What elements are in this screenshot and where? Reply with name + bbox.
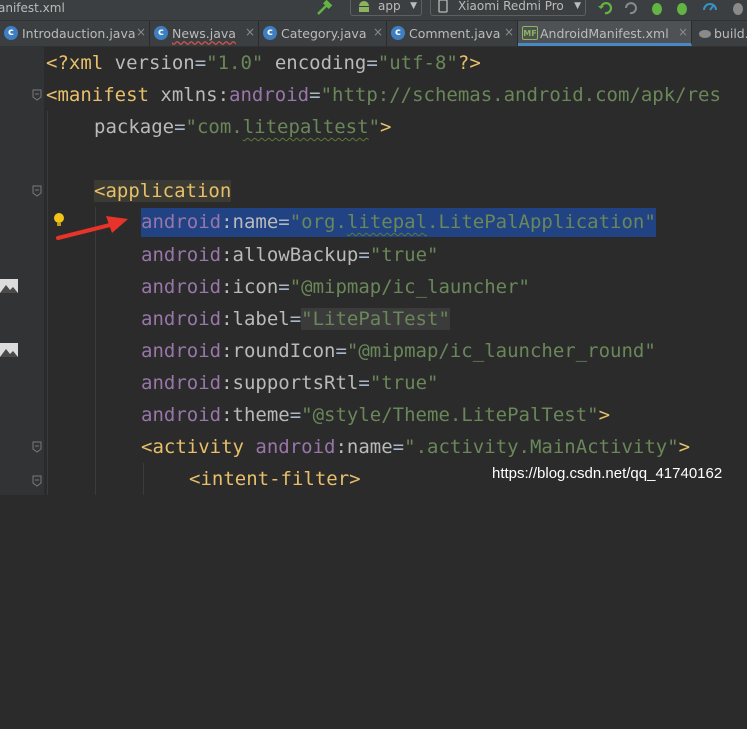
editor-tab-bar: c Introdauction.java × c News.java × c C… [0, 21, 747, 47]
close-icon[interactable]: × [678, 25, 688, 39]
device-label: Xiaomi Redmi Pro [458, 0, 564, 13]
tab-introdauction-java[interactable]: c Introdauction.java × [0, 21, 150, 46]
image-resource-icon[interactable] [0, 343, 18, 357]
red-arrow-annotation [56, 216, 128, 240]
close-icon[interactable]: × [504, 25, 514, 39]
apply-changes-icon[interactable] [595, 0, 615, 18]
code-line-9: android:label="LitePalTest" [141, 308, 450, 330]
tab-category-java[interactable]: c Category.java × [259, 21, 387, 46]
gradle-icon [699, 30, 711, 38]
tab-build-gradle[interactable]: build. [692, 21, 747, 46]
java-class-icon: c [391, 26, 405, 40]
code-line-10: android:roundIcon="@mipmap/ic_launcher_r… [141, 340, 656, 362]
fold-toggle-icon[interactable] [32, 475, 42, 487]
phone-icon [438, 0, 448, 13]
fold-toggle-icon[interactable] [32, 441, 42, 453]
indent-guide [95, 207, 96, 495]
code-line-1: <?xml version="1.0" encoding="utf-8"?> [46, 52, 481, 74]
close-icon[interactable]: × [136, 25, 146, 39]
tab-label: Introdauction.java [22, 26, 136, 41]
debug-icon[interactable] [672, 0, 692, 18]
code-line-13: <activity android:name=".activity.MainAc… [141, 436, 691, 458]
apply-code-changes-icon[interactable] [620, 0, 640, 18]
tab-label: Category.java [281, 26, 367, 41]
fold-toggle-icon[interactable] [32, 89, 42, 101]
code-line-6-selected: android:name="org.litepal.LitePalApplica… [141, 208, 656, 237]
tab-news-java[interactable]: c News.java × [150, 21, 259, 46]
attach-debugger-icon[interactable] [728, 0, 747, 18]
code-line-8: android:icon="@mipmap/ic_launcher" [141, 276, 530, 298]
manifest-file-icon: MF [522, 26, 538, 40]
indent-guide [47, 111, 48, 495]
profiler-icon[interactable] [700, 0, 720, 18]
code-line-14: <intent-filter> [189, 468, 361, 490]
build-hammer-icon[interactable] [314, 0, 334, 19]
code-line-3: package="com.litepaltest"> [94, 116, 392, 138]
java-class-icon: c [263, 26, 277, 40]
device-select[interactable]: Xiaomi Redmi Pro ▼ [430, 0, 586, 16]
code-line-11: android:supportsRtl="true" [141, 372, 439, 394]
debug-icon[interactable] [647, 0, 667, 18]
code-editor[interactable]: <?xml version="1.0" encoding="utf-8"?> <… [44, 47, 747, 495]
chevron-down-icon: ▼ [410, 1, 417, 11]
java-class-icon: c [4, 26, 18, 40]
image-resource-icon[interactable] [0, 279, 18, 293]
top-toolbar: anifest.xml app ▼ Xiaomi Redmi Pro ▼ [0, 0, 747, 21]
editor-gutter [0, 47, 64, 495]
tab-comment-java[interactable]: c Comment.java × [387, 21, 518, 46]
tab-label: Comment.java [409, 26, 501, 41]
tab-label: build. [714, 26, 747, 41]
code-line-5: <application [94, 180, 232, 202]
watermark: https://blog.csdn.net/qq_41740162 [492, 465, 723, 482]
window-file-title: anifest.xml [0, 1, 65, 15]
code-line-12: android:theme="@style/Theme.LitePalTest"… [141, 404, 611, 426]
run-configuration-label: app [378, 0, 401, 13]
close-icon[interactable]: × [245, 25, 255, 39]
fold-toggle-icon[interactable] [32, 185, 42, 197]
tab-label: News.java [172, 26, 236, 41]
chevron-down-icon: ▼ [574, 1, 581, 11]
tab-label: AndroidManifest.xml [540, 26, 669, 41]
android-icon [359, 1, 369, 12]
java-class-icon: c [154, 26, 168, 40]
run-configuration-select[interactable]: app ▼ [350, 0, 422, 16]
close-icon[interactable]: × [373, 25, 383, 39]
indent-guide [143, 463, 144, 495]
code-line-7: android:allowBackup="true" [141, 244, 439, 266]
code-line-2: <manifest xmlns:android="http://schemas.… [46, 84, 721, 106]
tab-androidmanifest-xml[interactable]: MF AndroidManifest.xml × [518, 21, 692, 46]
